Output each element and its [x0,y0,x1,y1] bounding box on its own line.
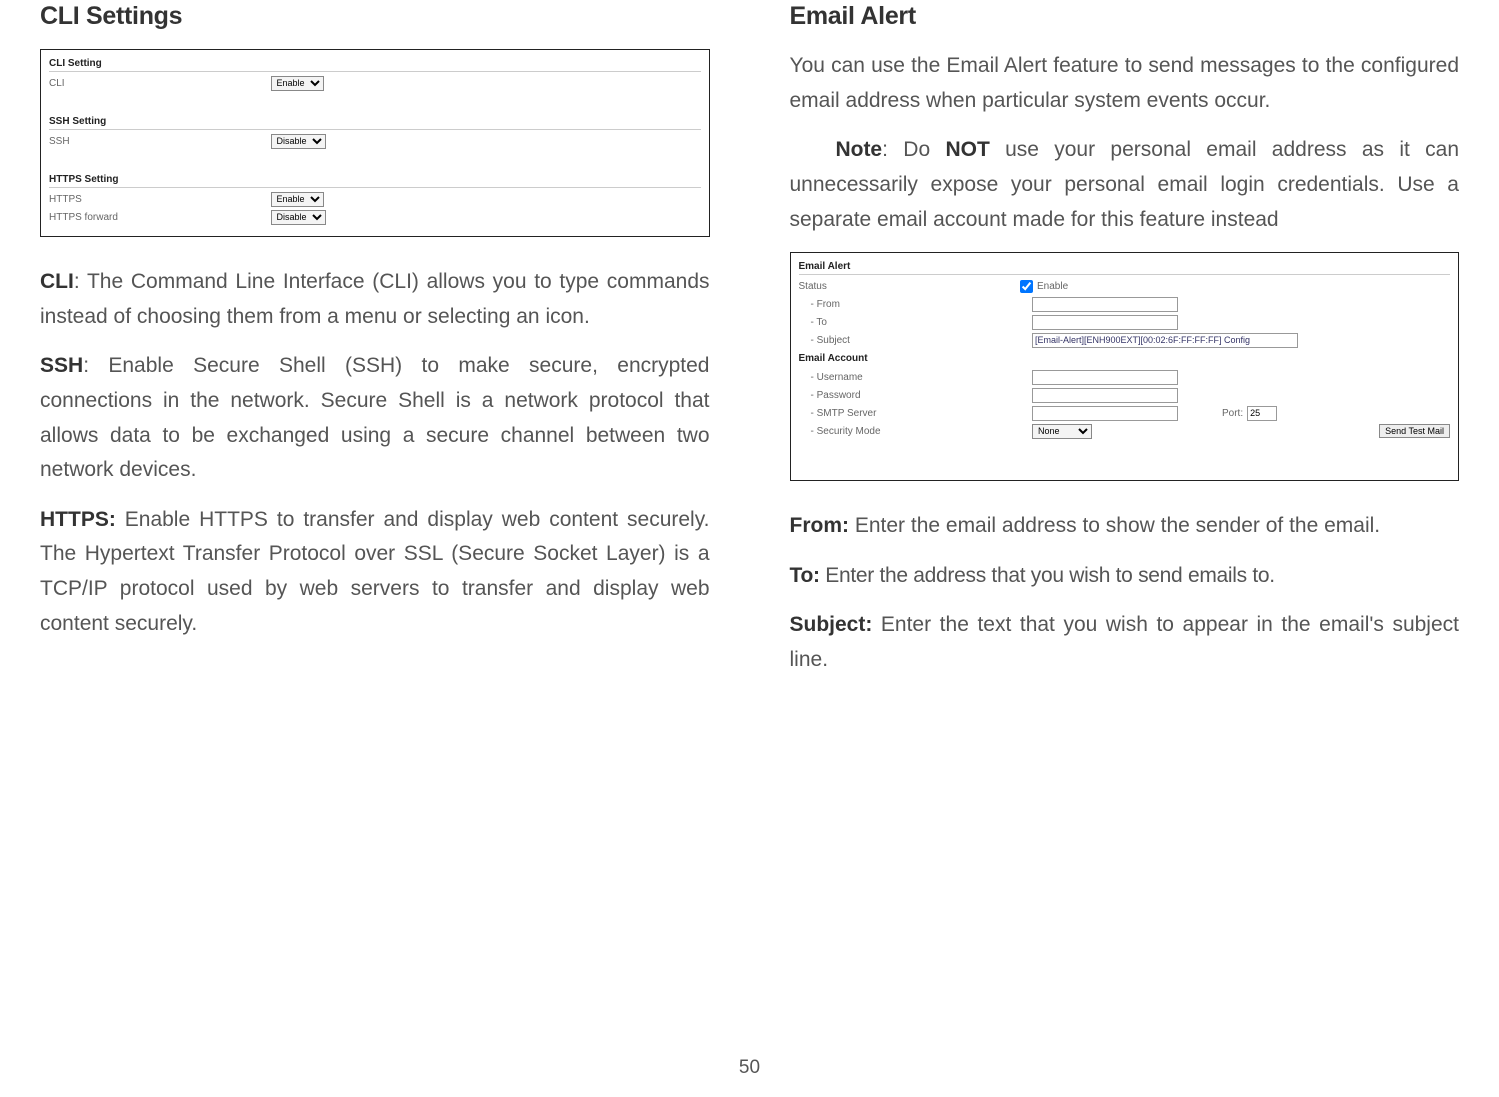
https-label: HTTPS [49,194,271,205]
https-setting-section-header: HTTPS Setting [49,172,701,188]
security-mode-label: - Security Mode [799,426,1033,437]
https-desc: Enable HTTPS to transfer and display web… [40,508,710,635]
email-account-section-header: Email Account [799,351,1451,366]
cli-paragraph: CLI: The Command Line Interface (CLI) al… [40,265,710,334]
subject-paragraph: Subject: Enter the text that you wish to… [790,608,1460,677]
ssh-term: SSH [40,354,83,377]
ssh-setting-section-header: SSH Setting [49,114,701,130]
to-row: - To [799,313,1451,331]
https-forward-select[interactable]: Disable [271,210,326,225]
username-label: - Username [799,372,1033,383]
note-mid: : Do [882,138,945,161]
https-term: HTTPS: [40,508,116,531]
ssh-paragraph: SSH: Enable Secure Shell (SSH) to make s… [40,349,710,488]
password-row: - Password [799,386,1451,404]
cli-settings-heading: CLI Settings [40,2,710,31]
email-alert-section-header: Email Alert [799,259,1451,275]
from-term: From: [790,514,850,537]
username-input[interactable] [1032,370,1178,385]
password-input[interactable] [1032,388,1178,403]
page-number: 50 [0,1057,1499,1079]
from-desc: Enter the email address to show the send… [849,514,1380,537]
status-label: Status [799,281,1021,292]
to-desc: Enter the address that you wish to send … [820,564,1275,587]
email-alert-intro: You can use the Email Alert feature to s… [790,49,1460,118]
ssh-label: SSH [49,136,271,147]
smtp-label: - SMTP Server [799,408,1033,419]
status-checkbox[interactable] [1020,280,1033,293]
security-mode-row: - Security Mode None Send Test Mail [799,422,1451,440]
subject-term: Subject: [790,613,873,636]
https-forward-label: HTTPS forward [49,212,271,223]
from-input[interactable] [1032,297,1178,312]
status-row: Status Enable [799,277,1451,295]
note-label: Note [790,138,883,161]
ssh-row: SSH Disable [49,132,701,150]
note-not: NOT [945,138,989,161]
from-label: - From [799,299,1033,310]
port-input[interactable] [1247,406,1277,421]
email-alert-screenshot: Email Alert Status Enable - From - To - … [790,252,1460,481]
https-row: HTTPS Enable [49,190,701,208]
subject-input[interactable] [1032,333,1298,348]
https-forward-row: HTTPS forward Disable [49,208,701,226]
to-term: To: [790,564,820,587]
https-select[interactable]: Enable [271,192,324,207]
smtp-input[interactable] [1032,406,1178,421]
from-row: - From [799,295,1451,313]
port-label: Port: [1222,408,1243,419]
left-column: CLI Settings CLI Setting CLI Enable SSH … [40,0,710,693]
ssh-select[interactable]: Disable [271,134,326,149]
cli-row: CLI Enable [49,74,701,92]
cli-desc: : The Command Line Interface (CLI) allow… [40,270,710,328]
username-row: - Username [799,368,1451,386]
cli-setting-section-header: CLI Setting [49,56,701,72]
from-paragraph: From: Enter the email address to show th… [790,509,1460,544]
cli-label: CLI [49,78,271,89]
right-column: Email Alert You can use the Email Alert … [790,0,1460,693]
subject-label: - Subject [799,335,1033,346]
email-alert-heading: Email Alert [790,2,1460,31]
to-paragraph: To: Enter the address that you wish to s… [790,559,1460,594]
cli-settings-screenshot: CLI Setting CLI Enable SSH Setting SSH D… [40,49,710,237]
password-label: - Password [799,390,1033,401]
cli-term: CLI [40,270,74,293]
cli-select[interactable]: Enable [271,76,324,91]
subject-row: - Subject [799,331,1451,349]
ssh-desc: : Enable Secure Shell (SSH) to make secu… [40,354,710,481]
email-alert-note: Note: Do NOT use your personal email add… [790,133,1460,237]
security-mode-select[interactable]: None [1032,424,1092,439]
smtp-row: - SMTP Server Port: [799,404,1451,422]
to-label: - To [799,317,1033,328]
to-input[interactable] [1032,315,1178,330]
status-enable-text: Enable [1037,281,1068,292]
subject-desc: Enter the text that you wish to appear i… [790,613,1460,671]
https-paragraph: HTTPS: Enable HTTPS to transfer and disp… [40,503,710,642]
send-test-mail-button[interactable]: Send Test Mail [1379,424,1450,438]
